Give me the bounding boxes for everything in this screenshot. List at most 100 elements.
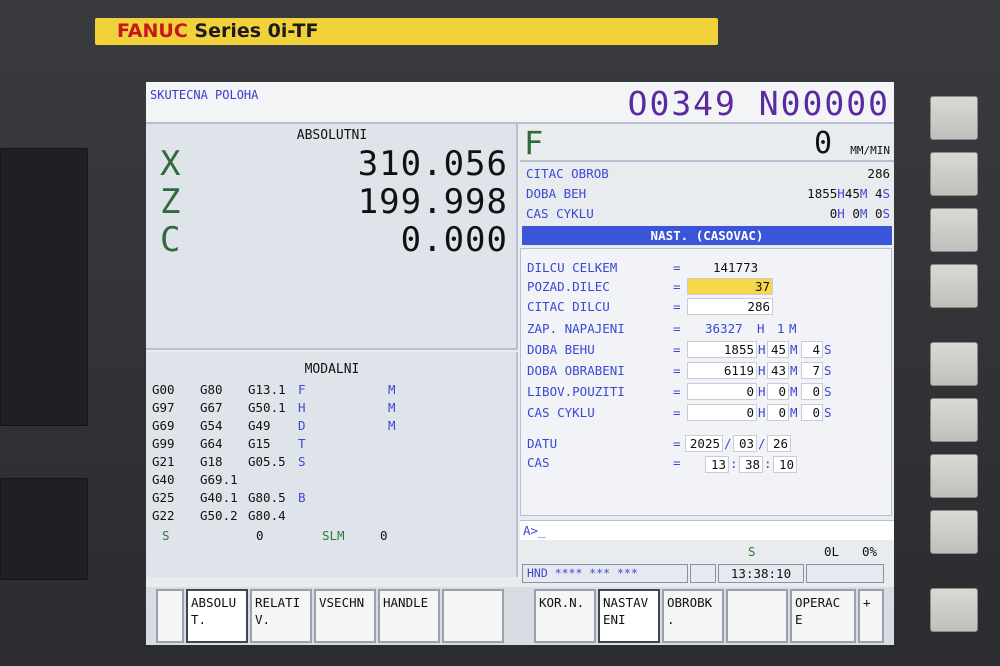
modal-row: G97 G67 G50.1 H M [152,400,512,418]
unit-m: M [790,342,798,357]
date-month-field[interactable]: 03 [733,435,757,452]
override-percent: 0% [862,544,878,559]
equals-sign: = [673,384,681,399]
softkey-setting[interactable]: NASTAV ENI [598,589,660,643]
unit-h: H [837,186,845,201]
command-input[interactable]: A>_ [520,520,894,540]
time-hour-field[interactable]: 13 [705,456,729,473]
softkey-workpiece[interactable]: OBROBK . [662,589,724,643]
modal-code: G25 [152,490,175,505]
cutting-seconds-field[interactable]: 7 [801,362,823,379]
vertical-softkey-8[interactable] [930,510,978,554]
softkey-next[interactable]: + [858,589,884,643]
screen-header: SKUTECNA POLOHA O0349 N00000 [146,82,894,124]
brand-series: Series 0i-TF [194,20,319,42]
total-parts-value: 141773 [713,260,759,275]
unit-s: S [824,384,832,399]
vertical-softkey-1[interactable] [930,96,978,140]
modal-code: G40.1 [200,490,238,505]
spindle-row: S 0 SLM 0 [152,528,512,546]
softkey-relative[interactable]: RELATI V. [250,589,312,643]
modal-code: G64 [200,436,223,451]
cycle-hours-field[interactable]: 0 [687,404,757,421]
free-hours-field[interactable]: 0 [687,383,757,400]
time-label: CAS [527,455,550,470]
cycle-time-label: CAS CYKLU [526,206,594,221]
date-separator: / [758,436,766,451]
modal-code: G80 [200,382,223,397]
modal-row: G22 G50.2 G80.4 [152,508,512,526]
modal-code: G80.5 [248,490,286,505]
program-number: O0349 N00000 [627,84,890,123]
softkey-operation[interactable]: OPERAC E [790,589,856,643]
softkey-empty[interactable] [726,589,788,643]
equals-sign: = [673,436,681,451]
vertical-softkey-5[interactable] [930,342,978,386]
equals-sign: = [673,321,681,336]
operating-seconds-field[interactable]: 4 [801,341,823,358]
cutting-minutes-field[interactable]: 43 [767,362,789,379]
softkey-empty[interactable] [442,589,504,643]
time-separator: : [764,456,772,471]
equals-sign: = [673,299,681,314]
softkey-handle[interactable]: HANDLE [378,589,440,643]
equals-sign: = [673,455,681,470]
modal-row: G69 G54 G49 D M [152,418,512,436]
softkey-all[interactable]: VSECHN [314,589,376,643]
unit-h: H [758,363,766,378]
date-day-field[interactable]: 26 [767,435,791,452]
softkey-absolute[interactable]: ABSOLU T. [186,589,248,643]
time-minute-field[interactable]: 38 [739,456,763,473]
modal-code: G00 [152,382,175,397]
screen-title: SKUTECNA POLOHA [150,88,259,102]
cutting-hours-field[interactable]: 6119 [687,362,757,379]
unit-s: S [824,405,832,420]
unit-s: S [824,342,832,357]
unit-m: M [789,321,797,336]
vertical-softkey-6[interactable] [930,398,978,442]
slm-label: SLM [322,528,345,543]
vertical-softkey-9[interactable] [930,588,978,632]
operating-minutes-field[interactable]: 45 [767,341,789,358]
softkey-return[interactable] [156,589,184,643]
unit-m: M [859,206,868,221]
time-second-field[interactable]: 10 [773,456,797,473]
run-time-value: 1855H45M 4S [807,186,890,201]
cycle-seconds-field[interactable]: 0 [801,404,823,421]
modal-row: G00 G80 G13.1 F M [152,382,512,400]
modal-code: G22 [152,508,175,523]
vertical-softkey-7[interactable] [930,454,978,498]
cycle-minutes-field[interactable]: 0 [767,404,789,421]
date-year-field[interactable]: 2025 [685,435,723,452]
axis-value-x: 310.056 [357,144,508,184]
modal-code: G50.1 [248,400,286,415]
modal-code: G40 [152,472,175,487]
power-on-label: ZAP. NAPAJENI [527,321,625,336]
unit-h: H [837,206,845,221]
modal-word: M [388,418,396,433]
vertical-softkey-3[interactable] [930,208,978,252]
modal-row: G99 G64 G15 T [152,436,512,454]
unit-s: S [882,186,890,201]
free-minutes-field[interactable]: 0 [767,383,789,400]
unit-m: M [859,186,868,201]
operating-hours-field[interactable]: 1855 [687,341,757,358]
parts-count-label: CITAC OBROB [526,166,609,181]
required-parts-field[interactable]: 37 [687,278,773,295]
part-count-field[interactable]: 286 [687,298,773,315]
softkey-offset[interactable]: KOR.N. [534,589,596,643]
parts-count-value: 286 [867,166,890,181]
modal-code: G18 [200,454,223,469]
modal-code: G21 [152,454,175,469]
equals-sign: = [673,363,681,378]
modal-code: G80.4 [248,508,286,523]
cnc-screen: SKUTECNA POLOHA O0349 N00000 ABSOLUTNI X… [146,82,894,645]
softkey-bar: ABSOLU T. RELATI V. VSECHN HANDLE KOR.N.… [146,587,894,645]
free-seconds-field[interactable]: 0 [801,383,823,400]
vertical-softkey-4[interactable] [930,264,978,308]
date-label: DATU [527,436,558,451]
modal-code: G15 [248,436,271,451]
vertical-softkey-2[interactable] [930,152,978,196]
unit-h: H [758,405,766,420]
unit-m: M [790,363,798,378]
